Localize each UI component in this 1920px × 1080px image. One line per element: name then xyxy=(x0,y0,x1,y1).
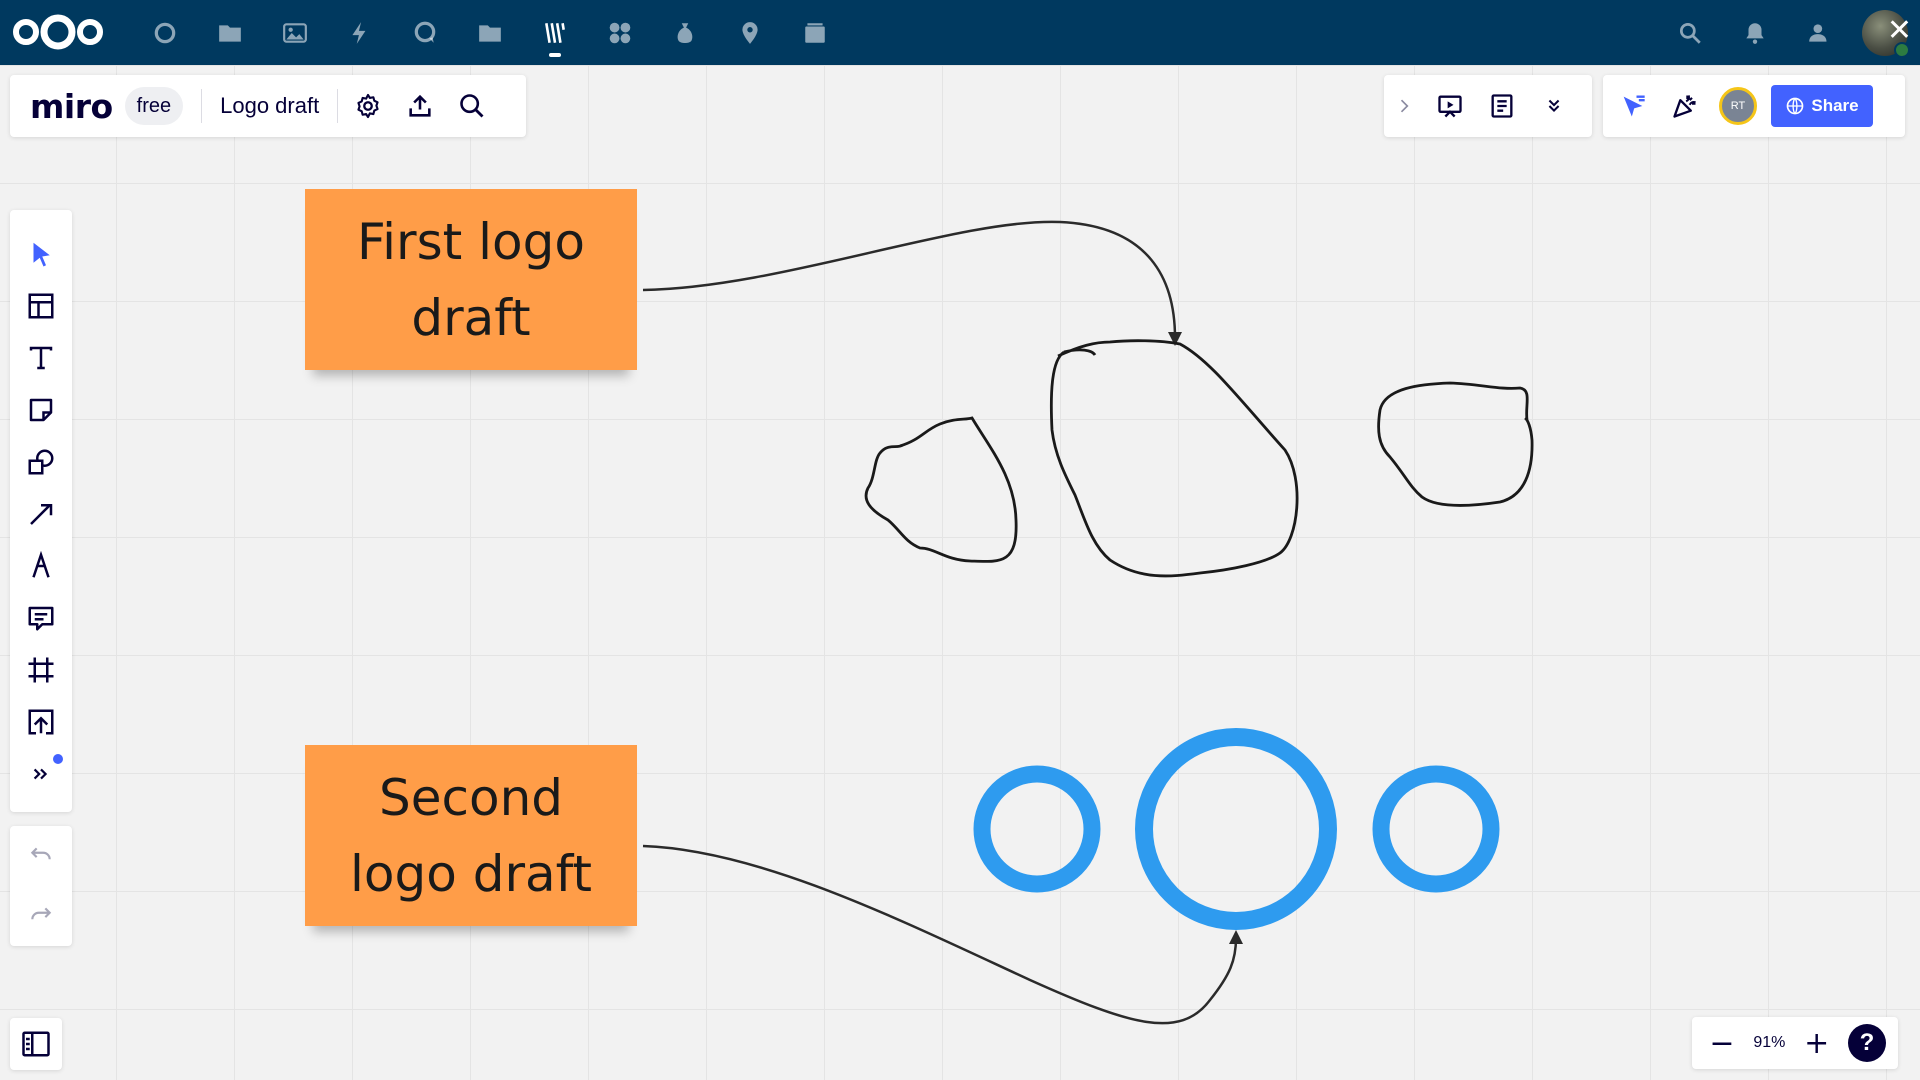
zoom-in-button[interactable]: + xyxy=(1799,1025,1835,1061)
left-toolbar xyxy=(10,210,72,812)
board-title[interactable]: Logo draft xyxy=(220,93,319,119)
presentation-panel xyxy=(1384,75,1592,137)
frame-icon[interactable] xyxy=(15,644,67,696)
divider xyxy=(201,89,203,123)
undo-icon[interactable] xyxy=(15,830,67,882)
zoom-level[interactable]: 91% xyxy=(1753,1034,1785,1052)
notification-dot xyxy=(53,754,63,764)
celebration-icon[interactable] xyxy=(1659,75,1711,137)
select-tool-icon[interactable] xyxy=(15,228,67,280)
nextcloud-logo[interactable] xyxy=(10,12,106,52)
app-menu xyxy=(132,0,847,65)
text-tool-icon[interactable] xyxy=(15,332,67,384)
help-button[interactable]: ? xyxy=(1847,1024,1886,1062)
sticky-note-first-text: First logo draft xyxy=(357,212,585,347)
connection-line-icon[interactable] xyxy=(15,488,67,540)
undo-redo-panel xyxy=(10,826,72,946)
close-icon[interactable]: ✕ xyxy=(1887,15,1912,46)
collaboration-panel: RT Share xyxy=(1603,75,1905,137)
maps-icon[interactable] xyxy=(717,0,782,65)
more-tools-icon[interactable] xyxy=(15,748,67,800)
presentation-icon[interactable] xyxy=(1424,75,1476,137)
sticky-note-second[interactable]: Second logo draft xyxy=(305,745,637,926)
share-label: Share xyxy=(1811,96,1859,115)
dashboard-icon[interactable] xyxy=(132,0,197,65)
files-icon[interactable] xyxy=(197,0,262,65)
divider xyxy=(337,89,339,123)
chevron-right-icon[interactable] xyxy=(1384,75,1424,137)
comment-icon[interactable] xyxy=(15,592,67,644)
sticky-note-icon[interactable] xyxy=(15,384,67,436)
photos-icon[interactable] xyxy=(262,0,327,65)
deck-icon[interactable] xyxy=(782,0,847,65)
talk-icon[interactable] xyxy=(392,0,457,65)
budget-icon[interactable] xyxy=(652,0,717,65)
chevron-double-down-icon[interactable] xyxy=(1528,75,1580,137)
whiteboard-icon[interactable] xyxy=(522,0,587,65)
search-icon[interactable] xyxy=(1657,0,1722,65)
collaborator-avatar[interactable]: RT xyxy=(1719,87,1757,125)
globe-icon xyxy=(1787,97,1804,115)
board-canvas[interactable] xyxy=(0,65,1920,1080)
notes-icon[interactable] xyxy=(1476,75,1528,137)
templates-icon[interactable] xyxy=(15,280,67,332)
bell-icon[interactable] xyxy=(1722,0,1787,65)
redo-icon[interactable] xyxy=(15,890,67,942)
folder-icon[interactable] xyxy=(457,0,522,65)
frames-panel-icon[interactable] xyxy=(10,1018,62,1070)
upload-icon[interactable] xyxy=(394,75,446,137)
upload-tool-icon[interactable] xyxy=(15,696,67,748)
share-button[interactable]: Share xyxy=(1771,85,1873,127)
sticky-note-second-text: Second logo draft xyxy=(350,768,592,903)
contacts-icon[interactable] xyxy=(1787,0,1852,65)
zoom-out-button[interactable]: − xyxy=(1704,1025,1740,1061)
sticky-note-first[interactable]: First logo draft xyxy=(305,189,637,370)
user-avatar[interactable]: ✕ xyxy=(1862,9,1912,58)
apps-icon[interactable] xyxy=(587,0,652,65)
header-right: ✕ xyxy=(1657,0,1920,65)
settings-gear-icon[interactable] xyxy=(342,75,394,137)
plan-badge[interactable]: free xyxy=(124,87,184,125)
search-icon[interactable] xyxy=(446,75,498,137)
shapes-icon[interactable] xyxy=(15,436,67,488)
pen-icon[interactable] xyxy=(15,540,67,592)
nextcloud-header: ✕ xyxy=(0,0,1920,65)
miro-logo[interactable]: miro xyxy=(30,87,113,126)
cursor-filter-icon[interactable] xyxy=(1607,75,1659,137)
activity-icon[interactable] xyxy=(327,0,392,65)
zoom-panel: − 91% + ? xyxy=(1692,1017,1898,1069)
board-header-panel: miro free Logo draft xyxy=(10,75,526,137)
